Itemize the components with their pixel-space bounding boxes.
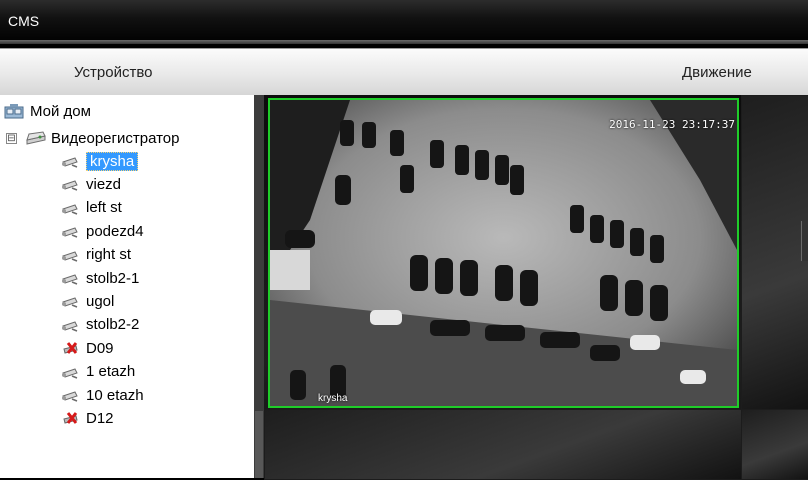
video-tile-empty[interactable] [264,409,742,480]
channel-item[interactable]: 10 etazh [60,384,144,406]
collapse-icon[interactable]: ⊟ [6,132,17,144]
app-title: CMS [8,13,40,29]
channel-item[interactable]: ugol [60,290,114,312]
channel-label: 10 etazh [86,386,144,404]
channel-item[interactable]: krysha [60,150,139,172]
title-bar: CMS [0,0,808,44]
sidebar-scrollbar[interactable] [254,95,264,478]
channel-item[interactable]: left st [60,197,122,219]
channel-item[interactable]: 1 etazh [60,361,135,383]
channel-label: ugol [86,292,115,310]
home-icon [4,103,24,119]
tree-root-label: Мой дом [30,102,91,120]
channel-label: left st [86,199,122,217]
video-timestamp: 2016-11-23 23:17:37 [609,118,735,131]
camera-icon [60,317,80,333]
tab-motion[interactable]: Движение [682,64,752,81]
channel-item[interactable]: podezd4 [60,220,144,242]
video-tile-empty[interactable] [741,95,808,411]
channel-label: krysha [86,151,139,171]
camera-icon [60,364,80,380]
channel-label: right st [86,246,132,264]
channel-label: podezd4 [86,222,144,240]
tile-edge-decoration [801,221,808,261]
channel-label: stolb2-1 [86,269,140,287]
camera-icon [60,153,80,169]
menu-bar: Устройство Движение [0,48,808,96]
camera-icon [60,293,80,309]
channel-label: D12 [86,409,114,427]
tree-root-my-home[interactable]: Мой дом [4,101,91,121]
tab-device[interactable]: Устройство [74,64,152,81]
camera-offline-icon [60,410,80,426]
channel-label: D09 [86,339,114,357]
camera-icon [60,200,80,216]
channel-item[interactable]: stolb2-1 [60,267,139,289]
device-tree: Мой дом ⊟ Видеорегистратор krysha viezd le… [0,95,254,478]
channel-item[interactable]: D09 [60,337,114,359]
camera-icon [60,270,80,286]
channel-item[interactable]: D12 [60,407,114,429]
channel-label: 1 etazh [86,363,136,381]
channel-item[interactable]: right st [60,244,131,266]
dvr-icon [25,130,46,146]
camera-icon [60,247,80,263]
channel-item[interactable]: stolb2-2 [60,314,139,336]
tree-node-label: Видеорегистратор [51,129,180,147]
video-tile-active[interactable]: 2016-11-23 23:17:37 krysha [268,98,739,408]
camera-icon [60,176,80,192]
scrollbar-thumb[interactable] [255,411,263,478]
title-bar-divider [0,40,808,44]
channel-item[interactable]: viezd [60,173,121,195]
camera-icon [60,387,80,403]
camera-offline-icon [60,340,80,356]
camera-feed-image [270,100,737,406]
camera-icon [60,223,80,239]
video-tile-empty[interactable] [741,409,808,480]
channel-label: stolb2-2 [86,316,140,334]
video-camera-label: krysha [318,393,348,404]
channel-label: viezd [86,175,122,193]
tree-node-dvr[interactable]: ⊟ Видеорегистратор [6,128,179,148]
